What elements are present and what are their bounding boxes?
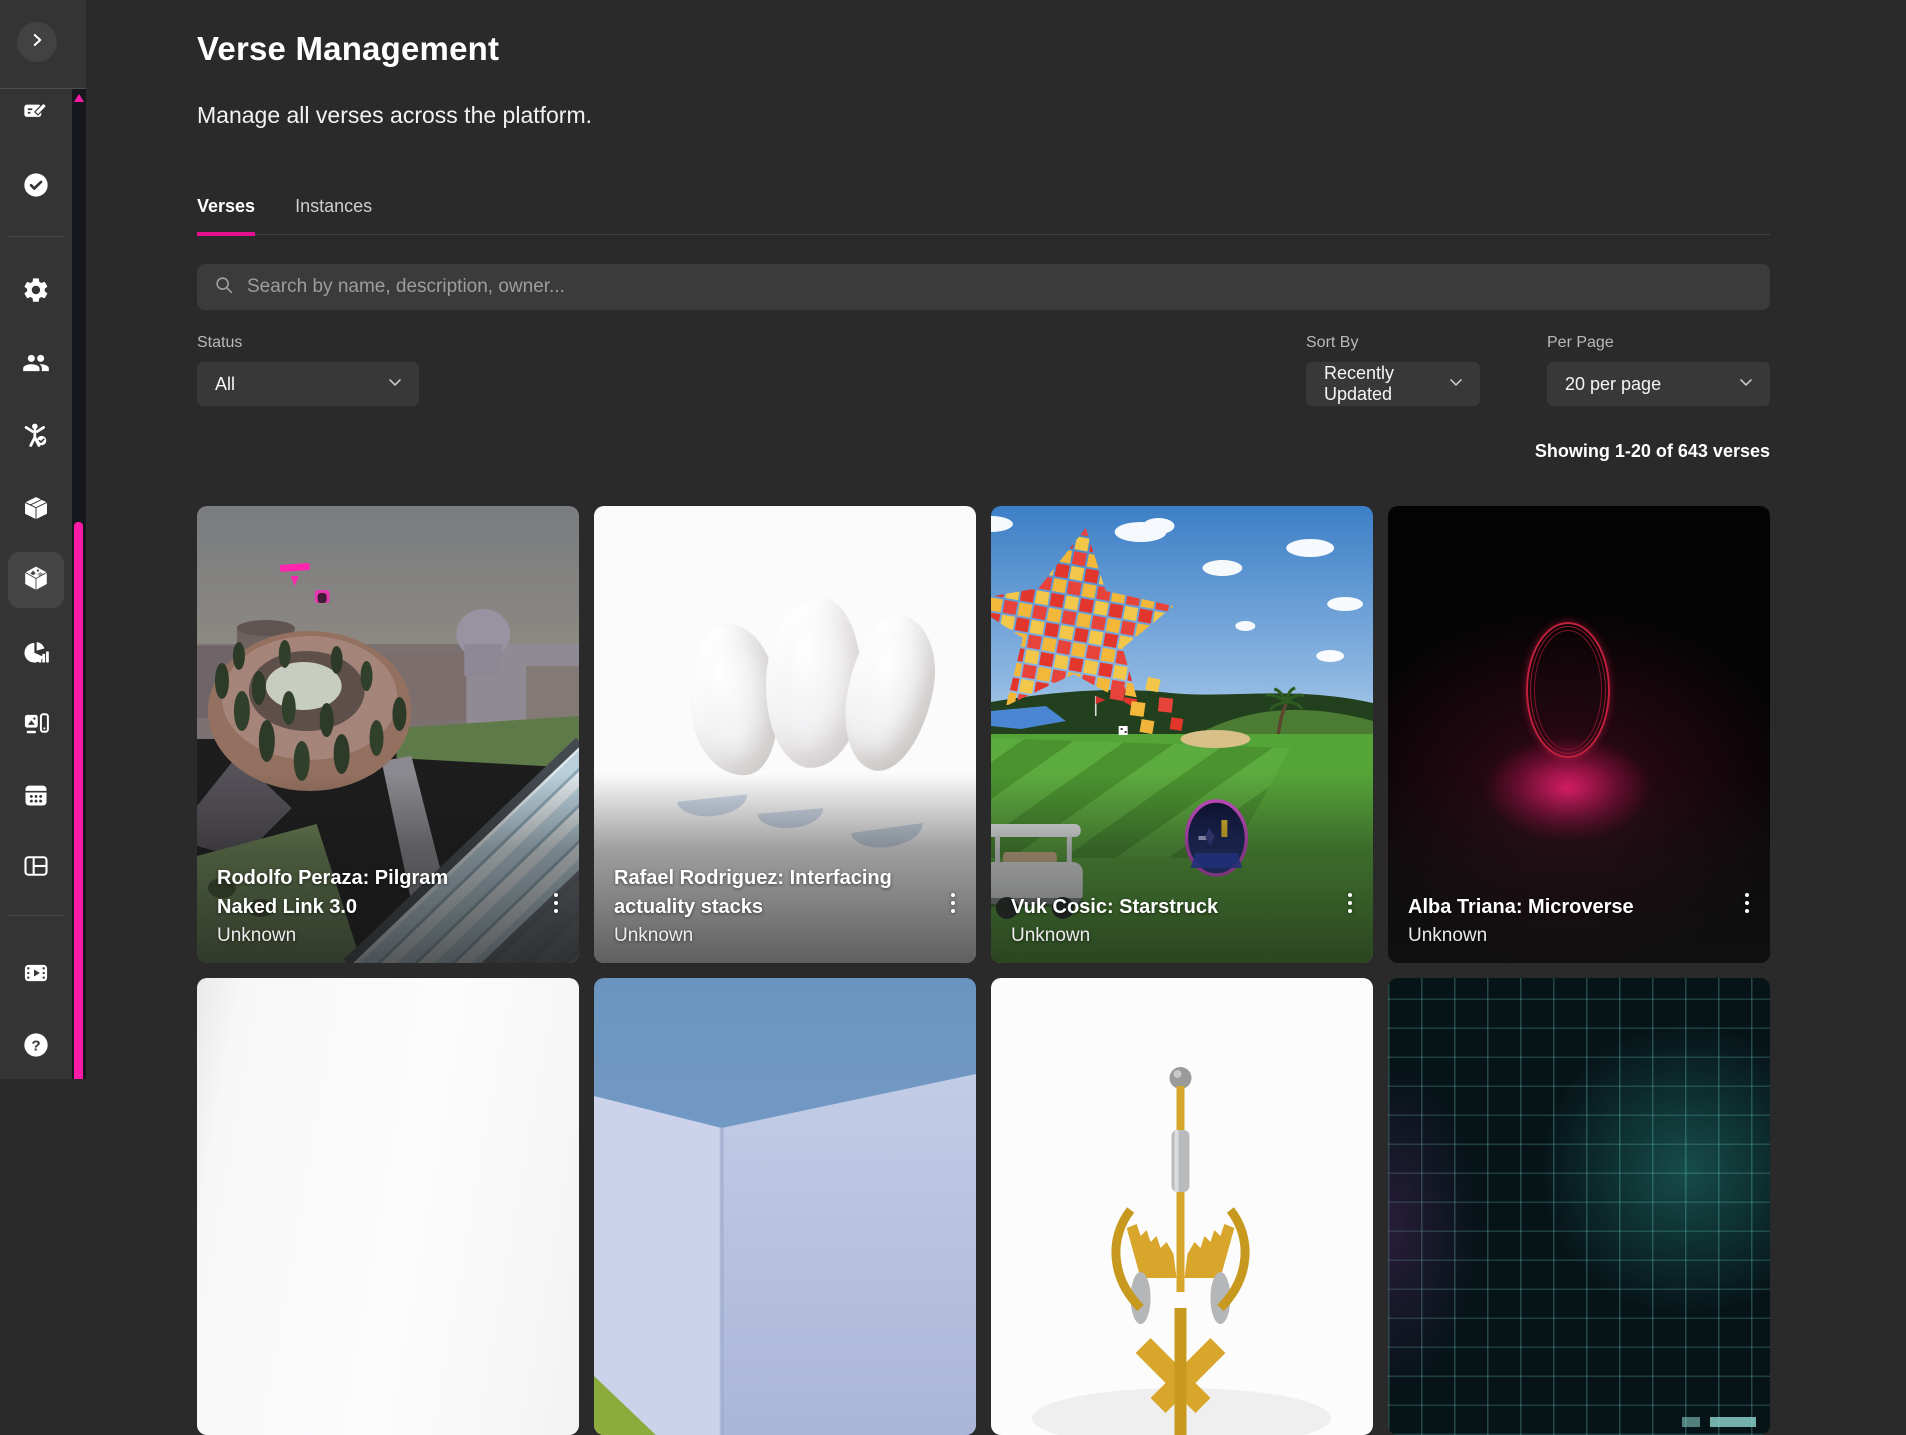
sidebar-divider: [8, 236, 64, 237]
page-subtitle: Manage all verses across the platform.: [197, 102, 592, 129]
filter-row: Status All Sort By Recently Updated Per …: [197, 334, 1770, 408]
grid-block: [1710, 1417, 1756, 1427]
verse-card[interactable]: [991, 978, 1373, 1435]
verse-owner: Unknown: [1408, 925, 1750, 947]
verse-thumbnail: [197, 978, 579, 1435]
sidebar-expand-button[interactable]: [17, 22, 57, 62]
verse-card[interactable]: [197, 978, 579, 1435]
sort-select[interactable]: Recently Updated: [1306, 362, 1480, 406]
sidebar-divider: [8, 915, 64, 916]
sidebar-item-users[interactable]: [22, 351, 50, 379]
per-page-select[interactable]: 20 per page: [1547, 362, 1770, 406]
sidebar-item-media[interactable]: [22, 711, 50, 739]
per-page-value: 20 per page: [1565, 374, 1736, 395]
sidebar-item-calendar[interactable]: [22, 783, 50, 811]
sidebar-item-approvals[interactable]: [22, 173, 50, 201]
glow-ring: [1534, 630, 1602, 750]
sidebar-item-compose[interactable]: [22, 99, 50, 127]
verse-card[interactable]: Vuk Cosic: Starstruck Unknown: [991, 506, 1373, 963]
people-icon: [22, 349, 50, 382]
verse-title: Vuk Cosic: Starstruck: [1011, 893, 1353, 922]
verse-thumbnail: [991, 978, 1373, 1435]
tab-verses[interactable]: Verses: [197, 196, 255, 236]
verse-grid: Rodolfo Peraza: Pilgram Naked Link 3.0 U…: [197, 506, 1770, 1435]
sidebar-item-packages[interactable]: [22, 496, 50, 524]
sidebar-item-settings[interactable]: [22, 278, 50, 306]
per-page-filter: Per Page 20 per page: [1547, 334, 1770, 406]
sort-label: Sort By: [1306, 334, 1480, 352]
status-filter: Status All: [197, 334, 419, 406]
tab-instances[interactable]: Instances: [295, 196, 372, 234]
package-box-icon: [22, 494, 50, 527]
help-circle-icon: ?: [22, 1031, 50, 1064]
card-caption: Vuk Cosic: Starstruck Unknown: [991, 773, 1373, 963]
sort-value: Recently Updated: [1324, 363, 1446, 405]
sidebar: ?: [0, 0, 86, 1079]
search-icon: [213, 274, 247, 301]
chevron-down-icon: [385, 372, 405, 397]
card-menu-button[interactable]: [1741, 889, 1753, 917]
sidebar-item-help[interactable]: ?: [22, 1033, 50, 1061]
verse-card[interactable]: Alba Triana: Microverse Unknown: [1388, 506, 1770, 963]
settings-gear-icon: [22, 276, 50, 309]
sort-filter: Sort By Recently Updated: [1306, 334, 1480, 406]
results-summary: Showing 1-20 of 643 verses: [1535, 441, 1770, 462]
svg-text:?: ?: [31, 1037, 40, 1054]
search-bar[interactable]: [197, 264, 1770, 310]
verse-cube-icon: [22, 564, 50, 597]
status-value: All: [215, 374, 385, 395]
chevron-right-icon: [26, 29, 48, 56]
sidebar-item-videos[interactable]: [22, 961, 50, 989]
verse-card[interactable]: [1388, 978, 1770, 1435]
compose-card-icon: [22, 97, 50, 130]
card-menu-button[interactable]: [1344, 889, 1356, 917]
status-select[interactable]: All: [197, 362, 419, 406]
search-input[interactable]: [247, 276, 1754, 298]
tab-bar: Verses Instances: [197, 196, 1770, 235]
verse-card[interactable]: Rafael Rodriguez: Interfacing actuality …: [594, 506, 976, 963]
card-caption: Rodolfo Peraza: Pilgram Naked Link 3.0 U…: [197, 773, 579, 963]
verse-thumbnail: [594, 978, 976, 1435]
verse-thumbnail: [1388, 978, 1770, 1435]
person-check-icon: [22, 421, 50, 454]
sidebar-item-community[interactable]: [22, 423, 50, 451]
verse-card[interactable]: Rodolfo Peraza: Pilgram Naked Link 3.0 U…: [197, 506, 579, 963]
media-devices-icon: [22, 709, 50, 742]
verse-title: Rodolfo Peraza: Pilgram Naked Link 3.0: [217, 864, 559, 922]
main-area: Verse Management Manage all verses acros…: [86, 0, 1906, 1079]
card-caption: Rafael Rodriguez: Interfacing actuality …: [594, 773, 976, 963]
verse-card[interactable]: [594, 978, 976, 1435]
status-label: Status: [197, 334, 419, 352]
page-title: Verse Management: [197, 30, 499, 68]
verse-owner: Unknown: [614, 925, 956, 947]
grid-block: [1682, 1417, 1700, 1427]
per-page-label: Per Page: [1547, 334, 1770, 352]
analytics-pie-icon: [22, 639, 50, 672]
content: Verse Management Manage all verses acros…: [197, 0, 1770, 1079]
video-film-icon: [22, 959, 50, 992]
card-menu-button[interactable]: [550, 889, 562, 917]
verse-owner: Unknown: [1011, 925, 1353, 947]
verse-title: Alba Triana: Microverse: [1408, 893, 1750, 922]
card-caption: Alba Triana: Microverse Unknown: [1388, 773, 1770, 963]
sidebar-item-analytics[interactable]: [22, 641, 50, 669]
verse-title: Rafael Rodriguez: Interfacing actuality …: [614, 864, 956, 922]
scrollbar-thumb[interactable]: [74, 522, 83, 1079]
chevron-down-icon: [1736, 372, 1756, 397]
verse-owner: Unknown: [217, 925, 559, 947]
scrollbar-up-arrow[interactable]: [74, 94, 84, 102]
card-menu-button[interactable]: [947, 889, 959, 917]
check-circle-icon: [22, 171, 50, 204]
sidebar-item-layout[interactable]: [22, 854, 50, 882]
layout-panels-icon: [22, 852, 50, 885]
calendar-icon: [22, 781, 50, 814]
sidebar-scrollbar[interactable]: [72, 89, 86, 1079]
chevron-down-icon: [1446, 372, 1466, 397]
sidebar-item-verses[interactable]: [22, 566, 50, 594]
